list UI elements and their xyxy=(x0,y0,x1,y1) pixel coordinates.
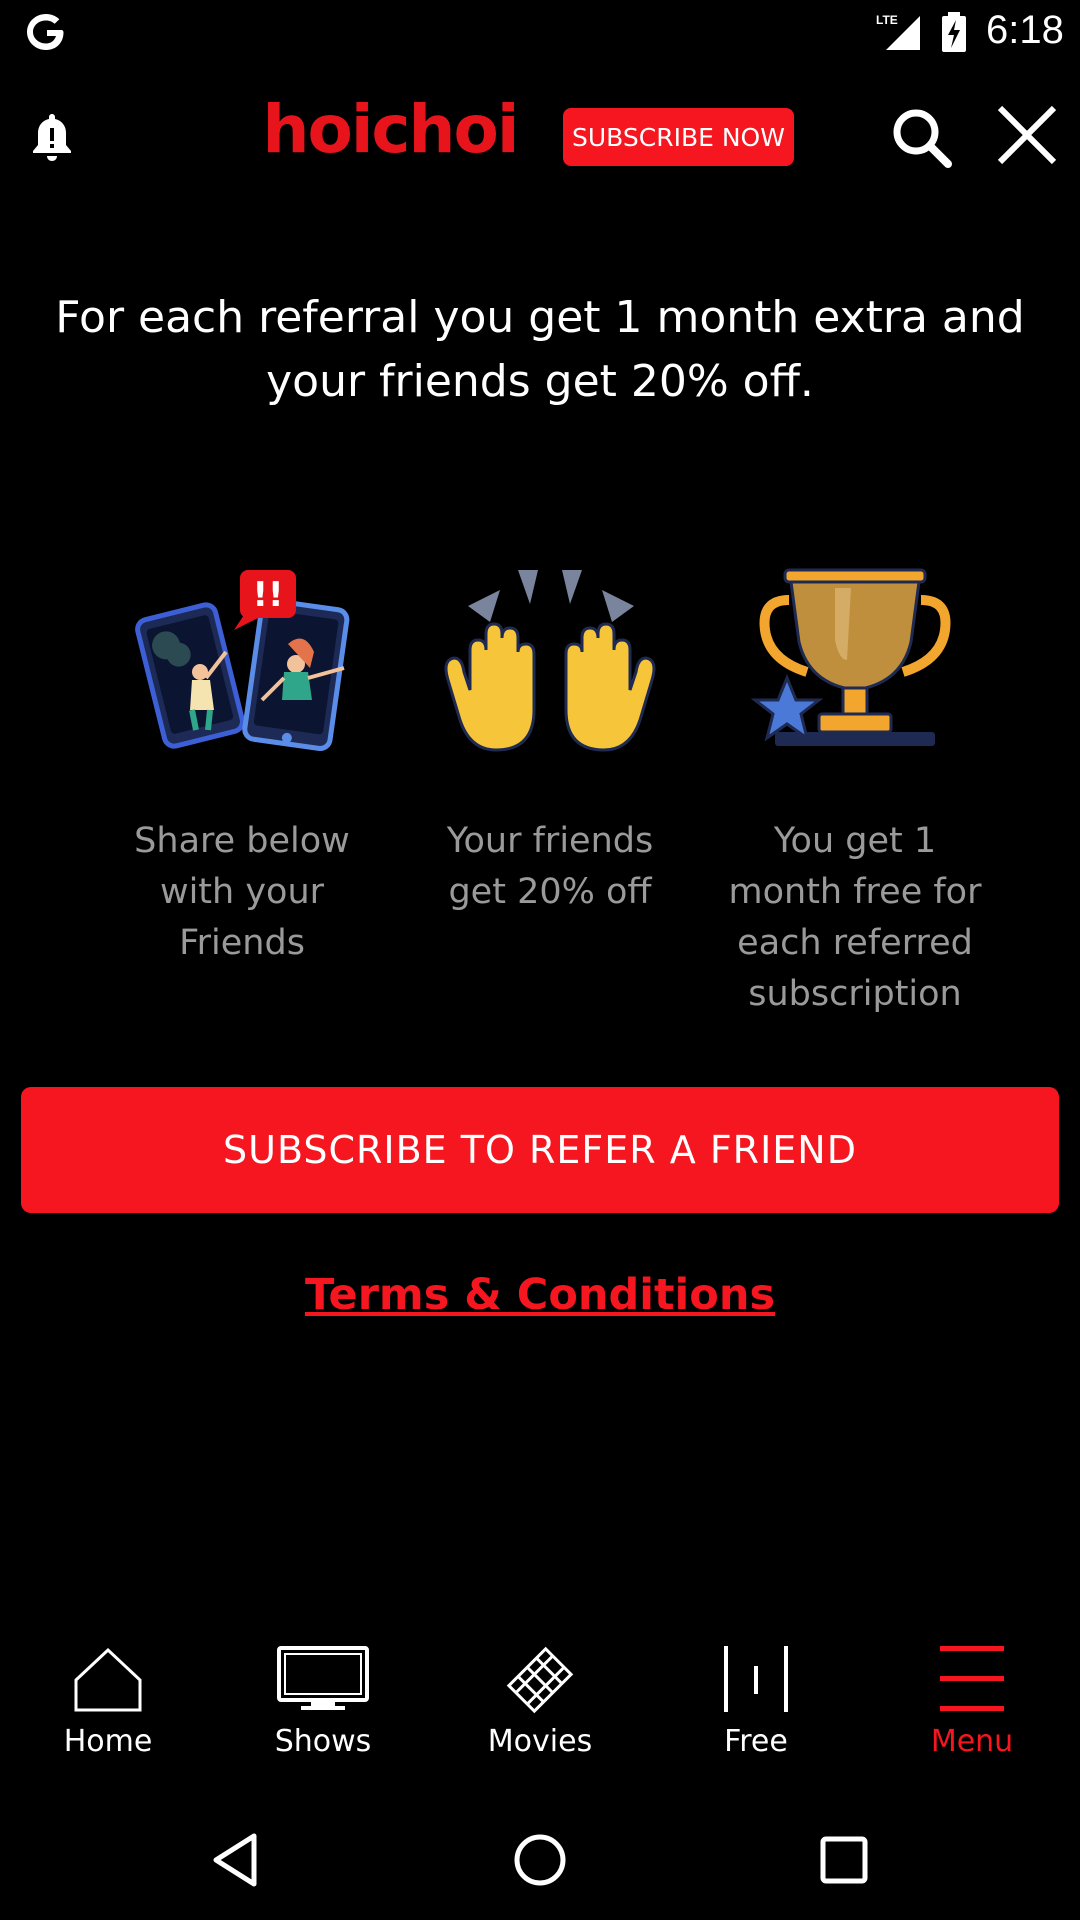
referral-steps: !! Share below with your Friends Your fr… xyxy=(0,560,1080,1040)
signal-lte-icon: LTE xyxy=(876,13,920,50)
step-free-month-text: You get 1 month free for each referred s… xyxy=(728,821,982,1014)
system-navigation-bar xyxy=(0,1800,1080,1920)
app-header: hoichoi SUBSCRIBE NOW xyxy=(0,84,1080,188)
raised-hands-illustration-icon xyxy=(444,570,656,752)
nav-home[interactable]: Home xyxy=(18,1630,198,1780)
svg-text:!!: !! xyxy=(252,575,283,615)
svg-text:LTE: LTE xyxy=(876,13,898,27)
nav-movies[interactable]: Movies xyxy=(450,1630,630,1780)
notification-bell-icon[interactable] xyxy=(26,110,78,166)
home-circle-icon[interactable] xyxy=(510,1830,570,1890)
film-icon xyxy=(506,1646,574,1714)
nav-shows[interactable]: Shows xyxy=(233,1630,413,1780)
nav-menu[interactable]: Menu xyxy=(882,1630,1062,1780)
back-icon[interactable] xyxy=(206,1830,266,1890)
close-icon[interactable] xyxy=(996,104,1058,166)
status-bar: LTE 6:18 xyxy=(0,0,1080,64)
battery-charging-icon xyxy=(942,12,966,52)
free-icon xyxy=(724,1646,788,1712)
search-icon[interactable] xyxy=(890,106,954,170)
hoichoi-logo[interactable]: hoichoi xyxy=(258,92,522,178)
nav-free[interactable]: Free xyxy=(666,1630,846,1780)
clock: 6:18 xyxy=(986,8,1064,52)
subscribe-to-refer-button[interactable]: SUBSCRIBE TO REFER A FRIEND xyxy=(21,1087,1059,1213)
terms-and-conditions-link[interactable]: Terms & Conditions xyxy=(0,1270,1080,1320)
referral-headline: For each referral you get 1 month extra … xyxy=(55,292,1025,407)
google-icon xyxy=(27,14,64,50)
home-icon xyxy=(74,1647,142,1712)
step-share-text: Share below with your Friends xyxy=(134,821,350,963)
menu-icon xyxy=(940,1646,1004,1711)
nav-movies-label: Movies xyxy=(487,1724,593,1759)
bottom-navigation: Home Shows Movies Free Menu xyxy=(0,1630,1080,1780)
trophy-illustration-icon xyxy=(750,568,951,746)
nav-shows-label: Shows xyxy=(274,1724,372,1759)
tv-icon xyxy=(277,1646,369,1710)
subscribe-now-button[interactable]: SUBSCRIBE NOW xyxy=(563,108,794,166)
step-friends-discount: Your friends get 20% off xyxy=(420,560,680,918)
step-friends-discount-text: Your friends get 20% off xyxy=(446,821,654,912)
share-phones-illustration-icon: !! xyxy=(135,570,350,751)
nav-menu-label: Menu xyxy=(930,1724,1014,1759)
nav-home-label: Home xyxy=(63,1724,153,1759)
recents-icon[interactable] xyxy=(814,1830,874,1890)
step-free-month: You get 1 month free for each referred s… xyxy=(725,560,985,1020)
svg-text:hoichoi: hoichoi xyxy=(262,92,517,168)
step-share: !! Share below with your Friends xyxy=(112,560,372,969)
nav-free-label: Free xyxy=(724,1724,788,1759)
